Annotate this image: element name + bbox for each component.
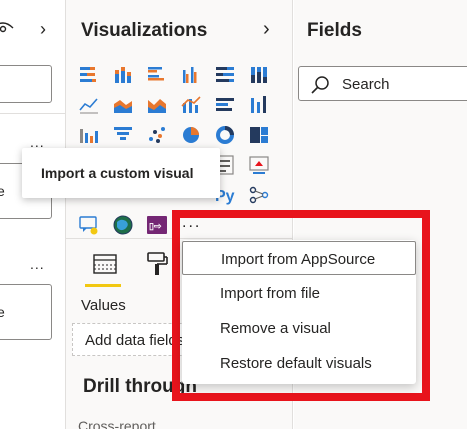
chevron-right-icon[interactable]: › <box>40 19 46 40</box>
filter-more-options[interactable]: ... <box>30 256 45 272</box>
divider <box>0 113 66 114</box>
filters-pane: › ... e ... e <box>0 0 66 429</box>
tooltip-text: Import a custom visual <box>41 165 194 181</box>
chevron-right-icon[interactable]: › <box>263 18 270 41</box>
waterfall-chart-icon[interactable] <box>78 124 100 146</box>
clustered-bar-chart-icon[interactable] <box>146 64 168 86</box>
get-more-visuals-menu: Import from AppSource Import from file R… <box>182 240 416 384</box>
tooltip: Import a custom visual <box>22 148 220 198</box>
menu-item-import-from-file[interactable]: Import from file <box>182 276 416 310</box>
fields-tab-icon[interactable] <box>91 250 119 278</box>
fields-search-input[interactable]: Search <box>298 66 467 101</box>
menu-item-remove-a-visual[interactable]: Remove a visual <box>182 311 416 345</box>
format-tab-icon[interactable] <box>143 250 171 278</box>
treemap-icon[interactable] <box>248 124 270 146</box>
filter-input[interactable] <box>0 65 52 103</box>
menu-item-restore-default-visuals[interactable]: Restore default visuals <box>182 346 416 380</box>
qa-icon[interactable] <box>78 214 100 236</box>
arcgis-map-icon[interactable] <box>112 214 134 236</box>
ribbon-chart-icon[interactable] <box>248 94 270 116</box>
filter-card[interactable]: e <box>0 284 52 340</box>
stacked-column-chart-icon[interactable] <box>112 64 134 86</box>
search-icon <box>311 76 329 94</box>
stacked-bar-chart-icon[interactable] <box>78 64 100 86</box>
key-influencers-icon[interactable] <box>248 184 270 206</box>
stacked-area-chart-icon[interactable] <box>146 94 168 116</box>
pane-title: Visualizations <box>81 20 208 41</box>
clustered-column-chart-icon[interactable] <box>180 64 202 86</box>
more-visuals-button[interactable]: ... <box>182 214 201 232</box>
svg-text:▯⇨: ▯⇨ <box>149 221 162 231</box>
eye-icon[interactable] <box>0 21 14 35</box>
pane-title: Fields <box>307 20 362 41</box>
power-bi-panes: › ... e ... e Visualizations › Py ▯⇨ Val… <box>0 0 467 429</box>
line-chart-icon[interactable] <box>78 94 100 116</box>
kpi-icon[interactable] <box>248 154 270 176</box>
power-apps-icon[interactable]: ▯⇨ <box>146 214 168 236</box>
100-stacked-column-chart-icon[interactable] <box>248 64 270 86</box>
active-tab-indicator <box>85 284 121 287</box>
pie-chart-icon[interactable] <box>180 124 202 146</box>
100-stacked-bar-chart-icon[interactable] <box>214 64 236 86</box>
donut-chart-icon[interactable] <box>214 124 236 146</box>
funnel-chart-icon[interactable] <box>112 124 134 146</box>
values-well-label: Values <box>81 297 126 314</box>
search-placeholder: Search <box>342 76 390 93</box>
menu-item-import-from-appsource[interactable]: Import from AppSource <box>182 241 416 275</box>
cross-report-label: Cross-report <box>78 418 156 429</box>
scatter-chart-icon[interactable] <box>146 124 168 146</box>
area-chart-icon[interactable] <box>112 94 134 116</box>
line-and-clustered-column-chart-icon[interactable] <box>214 94 236 116</box>
line-and-column-chart-icon[interactable] <box>180 94 202 116</box>
